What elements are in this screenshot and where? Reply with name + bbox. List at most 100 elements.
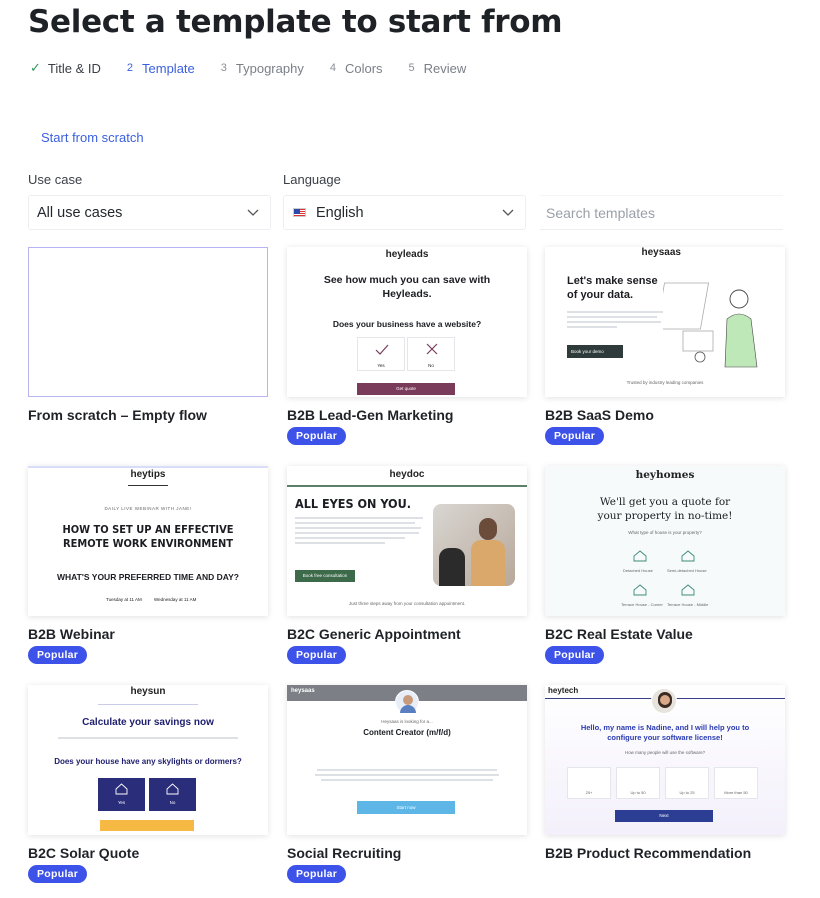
preview-cta: Next	[615, 810, 713, 822]
template-preview[interactable]	[28, 247, 268, 397]
step-label: Review	[423, 60, 467, 76]
use-case-label: Use case	[28, 172, 83, 187]
chevron-down-icon	[502, 209, 514, 216]
language-select[interactable]: English	[283, 195, 526, 230]
preview-option-1: Tuesday at 11 AM	[106, 597, 142, 602]
popular-badge: Popular	[287, 427, 347, 445]
stepper: ✓ Title & ID 2 Template 3 Typography 4 C…	[30, 60, 492, 76]
preview-logo: heysaas	[291, 688, 315, 694]
people-with-data-illustration-icon	[663, 282, 758, 368]
preview-heading: See how much you can save with Heyleads.	[323, 274, 491, 301]
popular-badge: Popular	[545, 646, 605, 664]
step-title-id[interactable]: ✓ Title & ID	[30, 60, 101, 76]
template-preview[interactable]: heysaas Let's make sense of your data. B…	[545, 247, 785, 397]
preview-heading: Calculate your savings now	[82, 717, 214, 728]
check-icon	[375, 344, 389, 355]
preview-logo: heysun	[130, 686, 166, 697]
language-label: Language	[283, 172, 341, 187]
step-label: Typography	[235, 60, 304, 76]
template-preview[interactable]: heysaas Heysaas is looking for a... Cont…	[287, 685, 527, 835]
preview-question: How many people will use the software?	[624, 750, 706, 755]
template-title: B2C Generic Appointment	[287, 626, 461, 642]
preview-option-no: No	[149, 778, 196, 811]
use-case-select[interactable]: All use cases	[28, 195, 271, 230]
step-number: 3	[220, 62, 227, 74]
step-review[interactable]: 5 Review	[409, 61, 467, 76]
preview-question: Does your house have any skylights or do…	[54, 757, 242, 766]
template-title: B2B Webinar	[28, 626, 115, 642]
house-icon	[166, 783, 179, 795]
template-preview[interactable]: heysun Calculate your savings now Does y…	[28, 685, 268, 835]
preview-option-yes: Yes	[98, 778, 145, 811]
avatar	[651, 688, 677, 714]
popular-badge: Popular	[28, 646, 88, 664]
language-value: English	[316, 204, 364, 221]
template-preview[interactable]: heyleads See how much you can save with …	[287, 247, 527, 397]
preview-kicker: Heysaas is looking for a...	[381, 719, 433, 724]
preview-heading: HOW TO SET UP AN EFFECTIVE REMOTE WORK E…	[62, 523, 234, 551]
us-flag-icon	[293, 208, 306, 217]
preview-cta: Book free consultation	[295, 570, 355, 582]
popular-badge: Popular	[28, 865, 88, 883]
preview-heading: Hello, my name is Nadine, and I will hel…	[580, 723, 750, 743]
step-typography[interactable]: 3 Typography	[221, 61, 304, 76]
preview-cta: Book your demo	[567, 345, 623, 358]
popular-badge: Popular	[545, 427, 605, 445]
step-number: 2	[126, 62, 134, 74]
house-icon	[633, 550, 647, 562]
preview-heading: Let's make sense of your data.	[567, 275, 658, 302]
step-number: 5	[408, 62, 415, 74]
preview-question: WHAT'S YOUR PREFERRED TIME AND DAY?	[57, 572, 239, 582]
template-title: B2C Solar Quote	[28, 845, 140, 861]
use-case-value: All use cases	[37, 204, 123, 221]
preview-footer: Trusted by industry leading companies	[626, 380, 704, 385]
template-preview[interactable]: heytech Hello, my name is Nadine, and I …	[545, 685, 785, 835]
template-title: Social Recruiting	[287, 845, 402, 861]
step-template[interactable]: 2 Template	[127, 61, 195, 76]
template-title: B2B Lead-Gen Marketing	[287, 407, 454, 423]
preview-option-4: Terrace House - Middle	[667, 602, 709, 607]
preview-question: What type of house is your property?	[628, 530, 702, 535]
preview-option-1: Detached House	[623, 568, 653, 573]
chevron-down-icon	[247, 209, 259, 216]
template-preview[interactable]: heytips DAILY LIVE WEBINAR WITH JANE! HO…	[28, 466, 268, 616]
check-icon: ✓	[30, 60, 41, 75]
preview-option-2: Up to 50	[616, 767, 660, 799]
preview-progress-bar	[100, 820, 194, 831]
template-title: B2B SaaS Demo	[545, 407, 654, 423]
house-icon	[681, 584, 695, 596]
preview-heading: We'll get you a quote for your property …	[597, 496, 733, 522]
close-icon	[426, 343, 438, 355]
popular-badge: Popular	[287, 646, 347, 664]
preview-option-no: No	[407, 337, 455, 371]
start-from-scratch-link[interactable]: Start from scratch	[41, 130, 144, 145]
template-title: B2B Product Recommendation	[545, 845, 752, 861]
step-number: 4	[329, 62, 336, 74]
preview-cta: Start now	[357, 801, 455, 814]
preview-option-1: 25+	[567, 767, 611, 799]
preview-logo: heytech	[548, 686, 579, 695]
preview-heading: Content Creator (m/f/d)	[363, 728, 451, 737]
step-label: Title & ID	[47, 60, 101, 76]
house-icon	[633, 584, 647, 596]
search-templates-input[interactable]	[540, 195, 783, 230]
house-icon	[115, 783, 128, 795]
page-title: Select a template to start from	[28, 4, 563, 40]
preview-option-yes: Yes	[357, 337, 405, 371]
template-preview[interactable]: heydoc ALL EYES ON YOU. Book free consul…	[287, 466, 527, 616]
preview-logo: heyhomes	[635, 469, 695, 481]
preview-heading: ALL EYES ON YOU.	[295, 496, 412, 511]
step-label: Template	[142, 60, 195, 76]
step-colors[interactable]: 4 Colors	[330, 61, 383, 76]
preview-logo: heysaas	[641, 247, 681, 258]
preview-kicker: DAILY LIVE WEBINAR WITH JANE!	[104, 506, 192, 511]
step-label: Colors	[344, 60, 383, 76]
avatar	[395, 690, 419, 714]
house-icon	[681, 550, 695, 562]
preview-option-3: Up to 25	[665, 767, 709, 799]
preview-option-4: More than 50	[714, 767, 758, 799]
preview-option-2: Semi-detached House	[667, 568, 707, 573]
preview-option-3: Terrace House - Corner	[621, 602, 663, 607]
template-preview[interactable]: heyhomes We'll get you a quote for your …	[545, 466, 785, 616]
template-title: B2C Real Estate Value	[545, 626, 693, 642]
